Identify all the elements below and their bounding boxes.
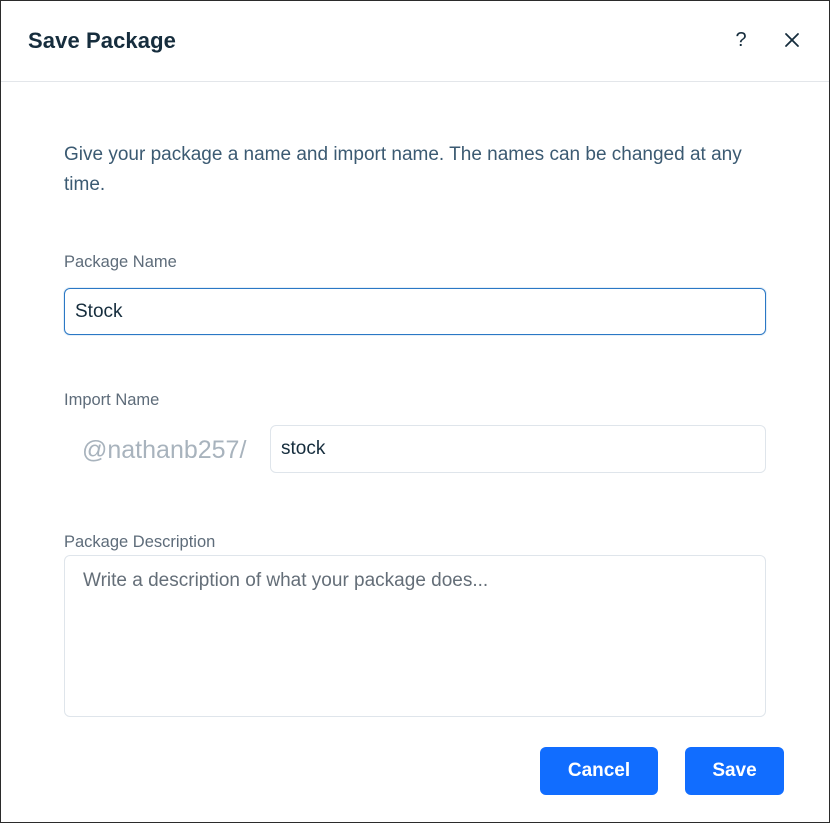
package-description-textarea[interactable] [64, 555, 766, 717]
close-icon[interactable] [779, 27, 805, 53]
package-name-label: Package Name [64, 253, 177, 271]
help-icon[interactable]: ? [728, 25, 754, 55]
package-description-label: Package Description [64, 533, 216, 551]
import-name-input[interactable] [270, 425, 766, 473]
package-name-input[interactable] [64, 288, 766, 335]
save-package-dialog: Save Package ? Give your package a name … [0, 0, 830, 823]
cancel-button[interactable]: Cancel [540, 747, 658, 795]
intro-text: Give your package a name and import name… [64, 144, 742, 195]
save-button[interactable]: Save [685, 747, 784, 795]
import-name-label: Import Name [64, 391, 160, 409]
dialog-header: Save Package ? [1, 1, 829, 82]
import-name-prefix: @nathanb257/ [82, 436, 247, 464]
dialog-title: Save Package [28, 28, 176, 53]
